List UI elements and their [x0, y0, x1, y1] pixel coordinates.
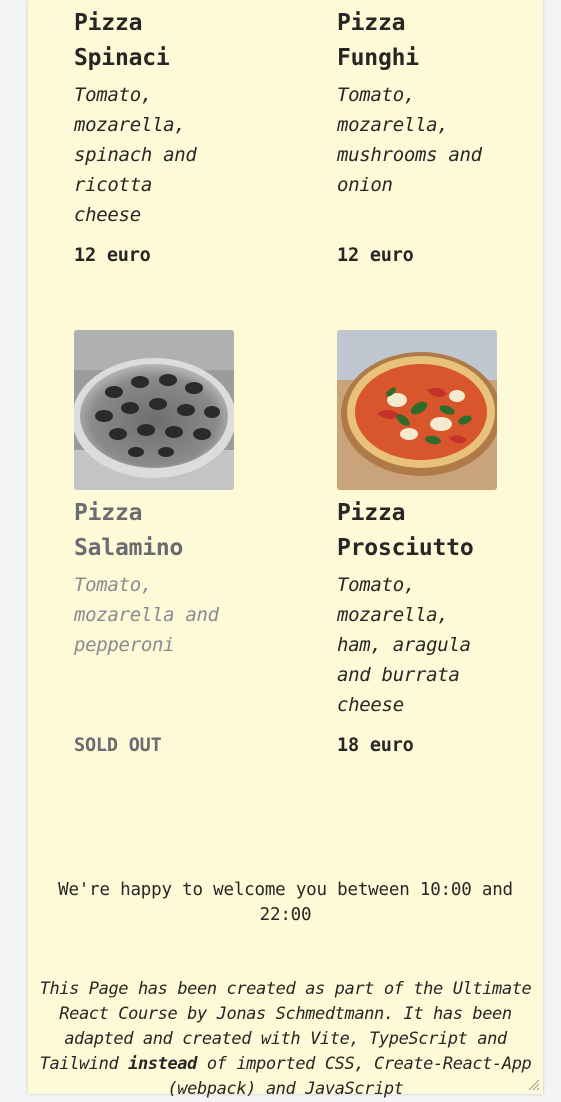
pizza-name-line1: Pizza [337, 500, 406, 526]
pizza-item-prosciutto: Pizza Prosciutto Tomato, mozarella, ham,… [337, 496, 527, 766]
pizza-price: 12 euro [74, 245, 151, 266]
pizza-price: 18 euro [337, 735, 414, 756]
pizza-photo-prosciutto [337, 330, 497, 490]
pizza-name: Pizza Salamino [74, 496, 264, 566]
credits-emphasis: instead [128, 1054, 197, 1074]
pizza-name: Pizza Prosciutto [337, 496, 527, 566]
pizza-name-line1: Pizza [74, 500, 143, 526]
menu-page: Pizza Spinaci Tomato, mozarella, spinach… [28, 0, 543, 1099]
pizza-item-funghi: Pizza Funghi Tomato, mozarella, mushroom… [337, 6, 527, 276]
pizza-price: 12 euro [337, 245, 414, 266]
pizza-prosciutto-image [337, 330, 497, 490]
pizza-name-line2: Prosciutto [337, 535, 474, 561]
pizza-name-line2: Salamino [74, 535, 184, 561]
pizza-name-line2: Funghi [337, 45, 419, 71]
sold-out-label: SOLD OUT [74, 735, 162, 756]
pizza-ingredients: Tomato, mozarella, ham, aragula and burr… [337, 574, 471, 716]
pizza-item-salamino: Pizza Salamino Tomato, mozarella and pep… [74, 496, 264, 766]
pizza-name: Pizza Spinaci [74, 6, 264, 76]
pizza-ingredients: Tomato, mozarella, spinach and ricotta c… [74, 84, 197, 226]
pizza-name-line1: Pizza [337, 10, 406, 36]
pizza-name-line2: Spinaci [74, 45, 170, 71]
resize-grip-icon[interactable] [526, 1077, 540, 1091]
pizza-name: Pizza Funghi [337, 6, 527, 76]
pizza-item-spinaci: Pizza Spinaci Tomato, mozarella, spinach… [74, 6, 264, 276]
pizza-ingredients: Tomato, mozarella and pepperoni [74, 574, 219, 656]
pizza-photo-salamino [74, 330, 234, 490]
pizza-ingredients: Tomato, mozarella, mushrooms and onion [337, 84, 482, 196]
pizza-salamino-image [74, 330, 234, 490]
pizza-name-line1: Pizza [74, 10, 143, 36]
opening-hours-text: We're happy to welcome you between 10:00… [58, 879, 513, 925]
credits-text: This Page has been created as part of th… [33, 977, 538, 1102]
credits-part2: of imported CSS, Create-React-App (webpa… [167, 1054, 532, 1099]
